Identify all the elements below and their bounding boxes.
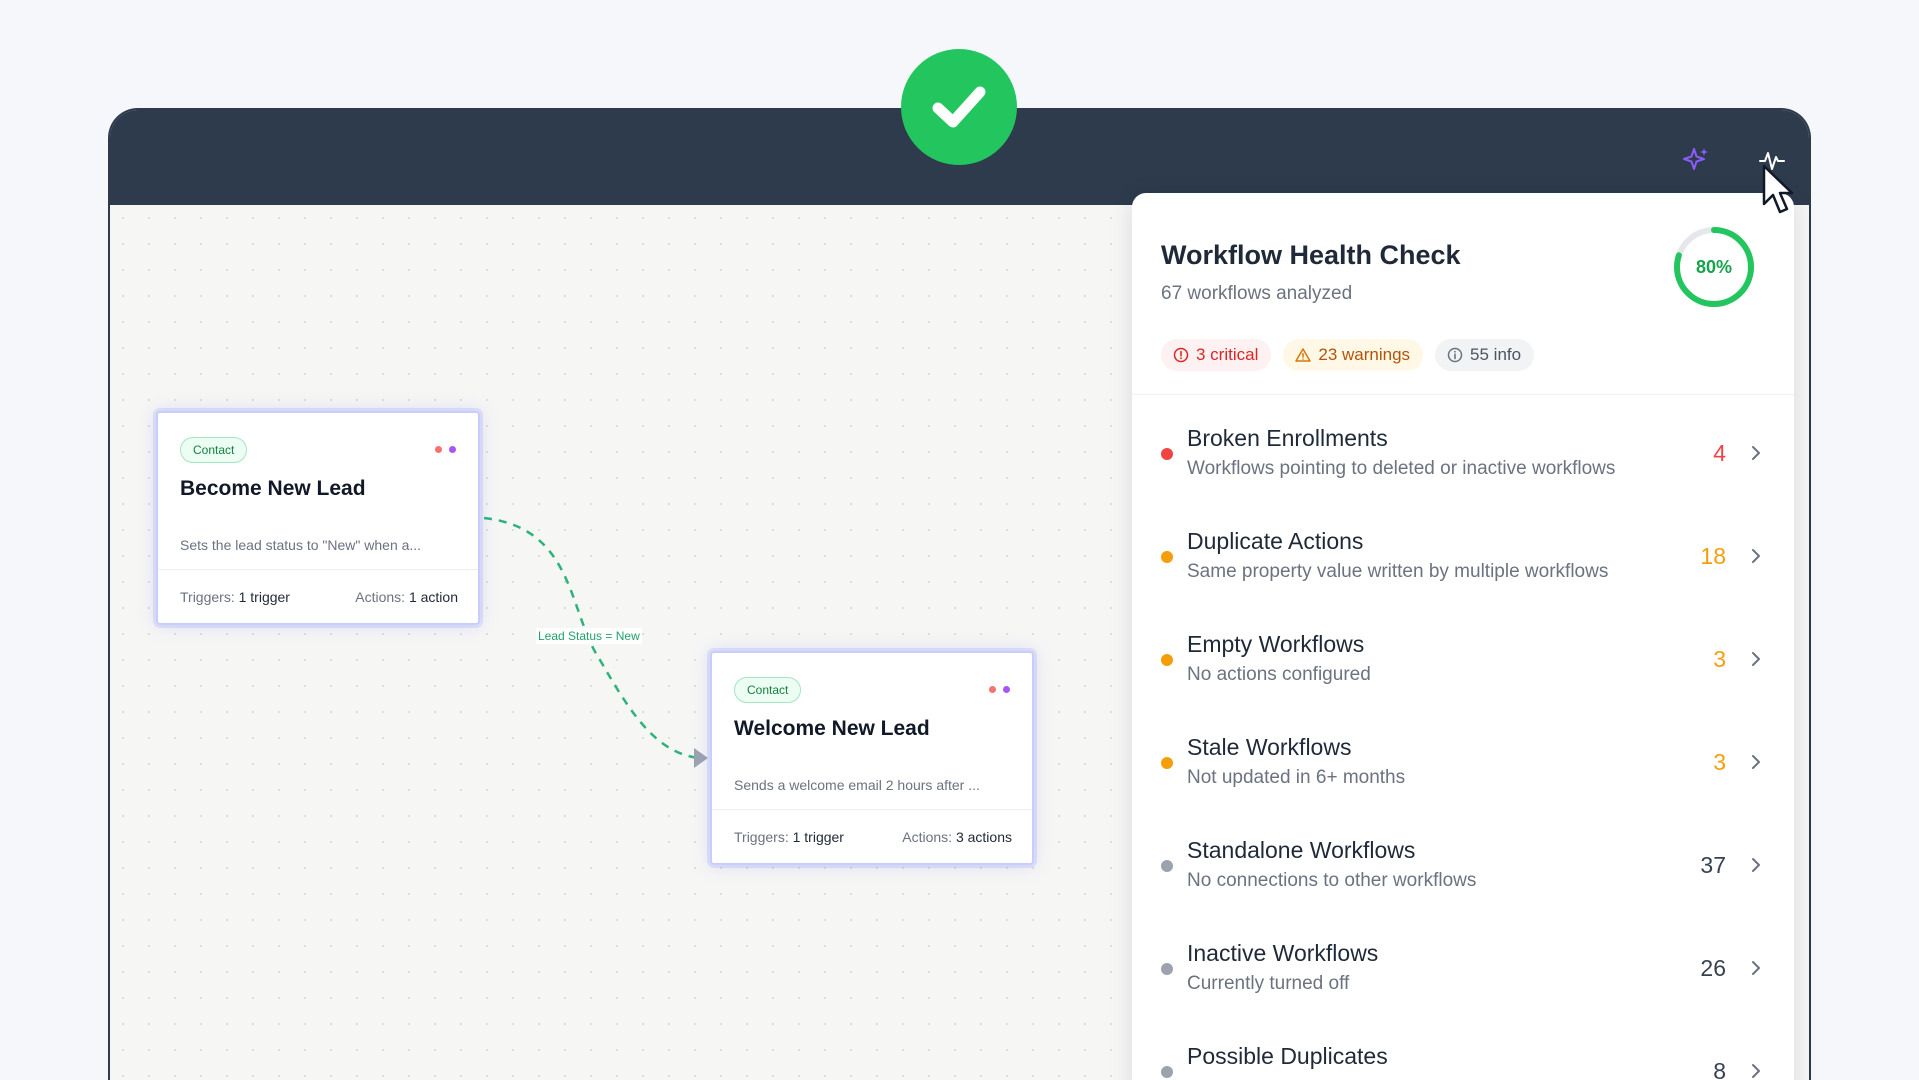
issue-description: Same property value written by multiple …	[1187, 561, 1609, 582]
chevron-right-icon	[1752, 652, 1760, 666]
issue-title: Inactive Workflows	[1187, 940, 1379, 966]
issue-count: 3	[1713, 646, 1726, 672]
status-dots	[435, 446, 456, 453]
chevron-right-icon	[1752, 961, 1760, 975]
severity-dot	[1161, 860, 1173, 872]
triggers-summary: Triggers: 1 trigger	[180, 588, 290, 605]
mouse-cursor-icon	[1762, 164, 1794, 214]
chevron-right-icon	[1752, 1064, 1760, 1078]
workflow-card-become-new-lead[interactable]: Contact Become New Lead Sets the lead st…	[156, 411, 480, 625]
checkmark-icon	[932, 86, 986, 128]
alert-triangle-icon	[1295, 348, 1312, 362]
issue-count: 4	[1713, 440, 1726, 466]
issue-description: Currently turned off	[1187, 973, 1350, 994]
chevron-right-icon	[1752, 755, 1760, 769]
card-footer: Triggers: 1 trigger Actions: 1 action	[158, 569, 478, 623]
object-type-badge: Contact	[734, 677, 802, 703]
issue-row-empty-workflows[interactable]: Empty Workflows No actions configured 3	[1132, 601, 1794, 704]
info-count-pill[interactable]: 55 info	[1435, 339, 1535, 371]
issue-count: 26	[1700, 955, 1726, 981]
issue-description: No connections to other workflows	[1187, 870, 1477, 891]
info-count: 55 info	[1470, 345, 1522, 364]
critical-count-pill[interactable]: 3 critical	[1161, 339, 1272, 371]
issue-count: 3	[1713, 749, 1726, 775]
card-footer: Triggers: 1 trigger Actions: 3 actions	[712, 809, 1032, 863]
severity-dot	[1161, 551, 1173, 563]
issue-title: Stale Workflows	[1187, 734, 1352, 760]
issue-count: 8	[1713, 1058, 1726, 1080]
status-dots	[989, 686, 1010, 693]
issue-description: No actions configured	[1187, 664, 1371, 685]
actions-summary: Actions: 1 action	[355, 588, 458, 605]
card-description: Sends a welcome email 2 hours after ...	[734, 777, 980, 793]
issue-row-inactive-workflows[interactable]: Inactive Workflows Currently turned off …	[1132, 910, 1794, 1013]
severity-dot	[1161, 654, 1173, 666]
severity-summary: 3 critical 23 warnings 55 info	[1161, 339, 1535, 371]
issue-description: Workflows pointing to deleted or inactiv…	[1187, 458, 1616, 479]
issue-title: Standalone Workflows	[1187, 837, 1416, 863]
issue-row-possible-duplicates[interactable]: Possible Duplicates 8	[1132, 1013, 1794, 1080]
object-type-badge: Contact	[180, 437, 248, 463]
chevron-right-icon	[1752, 446, 1760, 460]
alert-circle-icon	[1173, 347, 1189, 363]
panel-header: Workflow Health Check 67 workflows analy…	[1132, 193, 1794, 395]
connector-arrowhead	[694, 748, 708, 768]
issue-title: Broken Enrollments	[1187, 425, 1388, 451]
issue-row-standalone-workflows[interactable]: Standalone Workflows No connections to o…	[1132, 807, 1794, 910]
issue-count: 18	[1700, 543, 1726, 569]
critical-count: 3 critical	[1196, 345, 1259, 364]
card-title: Welcome New Lead	[734, 717, 930, 740]
issue-title: Duplicate Actions	[1187, 528, 1364, 554]
severity-dot	[1161, 448, 1173, 460]
info-circle-icon	[1447, 347, 1463, 363]
workflow-card-welcome-new-lead[interactable]: Contact Welcome New Lead Sends a welcome…	[710, 651, 1034, 865]
issue-title: Possible Duplicates	[1187, 1043, 1388, 1069]
actions-summary: Actions: 3 actions	[902, 828, 1012, 845]
triggers-summary: Triggers: 1 trigger	[734, 828, 844, 845]
health-check-panel: Workflow Health Check 67 workflows analy…	[1132, 193, 1794, 1080]
warning-count-pill[interactable]: 23 warnings	[1283, 339, 1424, 371]
card-description: Sets the lead status to "New" when a...	[180, 537, 422, 553]
warning-count: 23 warnings	[1318, 345, 1411, 364]
severity-dot	[1161, 963, 1173, 975]
issue-row-broken-enrollments[interactable]: Broken Enrollments Workflows pointing to…	[1132, 395, 1794, 498]
chevron-right-icon	[1752, 858, 1760, 872]
connector-condition-label: Lead Status = New	[536, 628, 642, 644]
issue-row-stale-workflows[interactable]: Stale Workflows Not updated in 6+ months…	[1132, 704, 1794, 807]
success-badge	[901, 49, 1017, 165]
issue-row-duplicate-actions[interactable]: Duplicate Actions Same property value wr…	[1132, 498, 1794, 601]
issue-title: Empty Workflows	[1187, 631, 1365, 657]
card-title: Become New Lead	[180, 477, 366, 500]
severity-dot	[1161, 757, 1173, 769]
issue-description: Not updated in 6+ months	[1187, 767, 1406, 788]
issue-count: 37	[1700, 852, 1726, 878]
workflows-analyzed-count: 67 workflows analyzed	[1161, 283, 1353, 304]
severity-dot	[1161, 1066, 1173, 1078]
panel-title: Workflow Health Check	[1161, 240, 1461, 270]
chevron-right-icon	[1752, 549, 1760, 563]
health-score-value: 80%	[1695, 256, 1733, 277]
